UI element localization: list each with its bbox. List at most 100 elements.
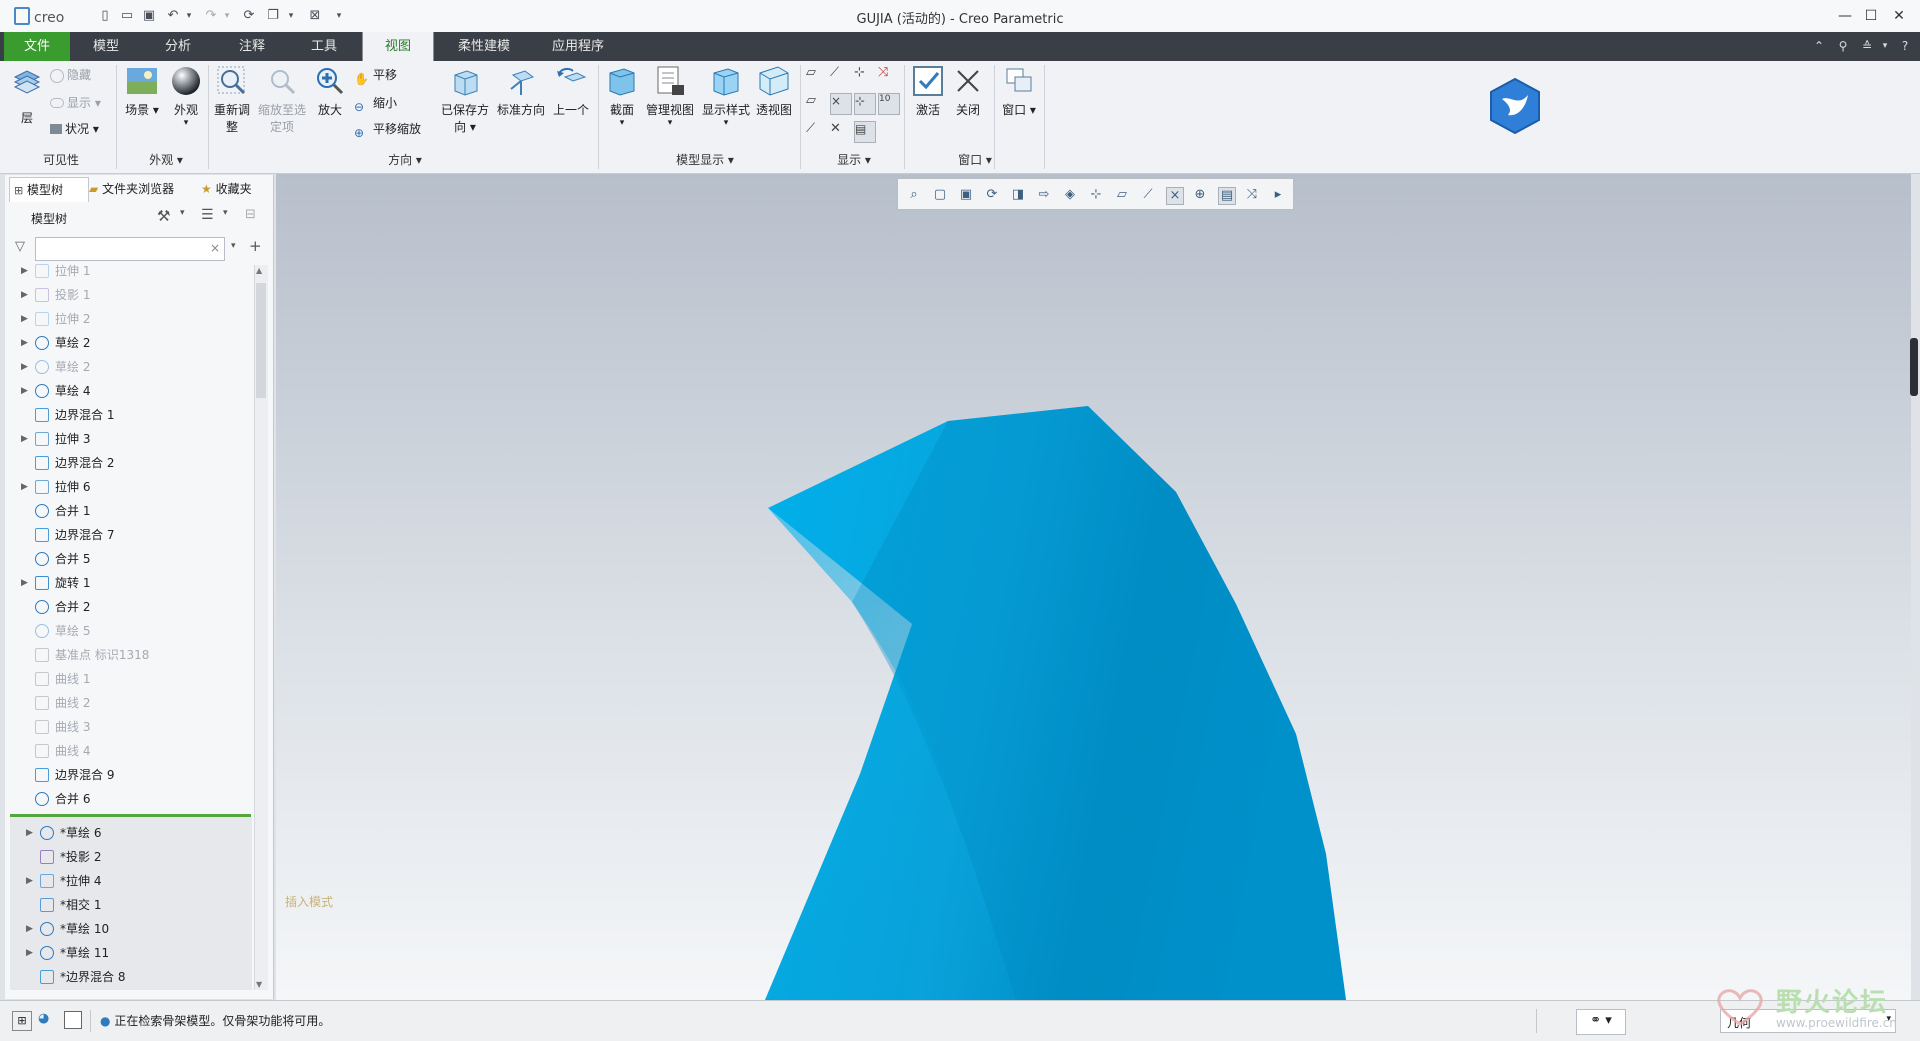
layer-button[interactable]: 层 [10,65,44,126]
minimize-icon[interactable]: — [1832,6,1858,26]
settings-tool-icon[interactable]: ⚒ [157,207,170,225]
csys-display-icon[interactable]: × [1166,187,1184,205]
scene-button[interactable]: 场景 ▾ [122,65,162,118]
zoom-in-icon[interactable]: ▢ [932,187,948,203]
windows-button[interactable]: 窗口 ▾ [998,65,1040,118]
filter-icon[interactable]: ▽ [15,239,25,254]
columns-icon[interactable]: ⊟ [245,207,256,222]
tree-item[interactable]: 合并 6 [5,787,255,811]
search-dropdown-icon[interactable]: ▾ [231,241,236,251]
section-dropdown-icon[interactable]: ▾ [602,118,642,128]
model-display-group-label[interactable]: 模型显示 ▾ [650,151,760,168]
toggle-browser-icon[interactable]: ◕ [38,1011,56,1029]
toggle-navigator-icon[interactable]: ⊞ [12,1011,32,1031]
previous-orientation-button[interactable]: 上一个 [550,65,592,118]
activate-button[interactable]: 激活 [908,65,948,118]
expand-arrow-icon[interactable]: ▶ [26,941,33,965]
search-input[interactable]: × [35,237,225,261]
tree-item[interactable]: ▶ 投影 1 [5,283,255,307]
clear-search-icon[interactable]: × [210,241,220,255]
tab-applications[interactable]: 应用程序 [540,32,616,61]
axis-tag-icon[interactable]: × [830,93,852,115]
tree-item[interactable]: *投影 2 [10,845,260,869]
tree-item[interactable]: 合并 1 [5,499,255,523]
point-tag-icon[interactable]: ⊹ [854,93,876,115]
expand-arrow-icon[interactable]: ▶ [21,259,28,283]
point-display-icon[interactable]: ⊹ [854,65,874,85]
tree-item[interactable]: ▶ 拉伸 6 [5,475,255,499]
scroll-up-icon[interactable]: ▲ [256,266,262,275]
side-panel-handle[interactable] [1910,338,1918,396]
expand-arrow-icon[interactable]: ▶ [26,821,33,845]
show-dropdown-icon[interactable]: ▾ [223,208,228,218]
tab-tools[interactable]: 工具 [296,32,352,61]
standard-orientation-button[interactable]: 标准方向 [494,65,548,118]
tree-item[interactable]: 草绘 5 [5,619,255,643]
window-group-label[interactable]: 窗口 ▾ [930,151,1020,168]
tree-item[interactable]: *边界混合 8 [10,965,260,989]
dimension-tag-icon[interactable]: 10 [878,93,900,115]
refit-button[interactable]: 重新调 整 [212,65,252,135]
tree-item[interactable]: 边界混合 9 [5,763,255,787]
tree-item[interactable]: ▶ *拉伸 4 [10,869,260,893]
tree-item[interactable]: ▶ *草绘 10 [10,917,260,941]
hat-icon[interactable]: ≙ [1858,37,1876,55]
tab-analysis[interactable]: 分析 [150,32,206,61]
manage-views-button[interactable]: 管理视图 ▾ [644,65,696,128]
pan-button[interactable]: ✋ 平移 [354,65,397,86]
orientation-group-label[interactable]: 方向 ▾ [360,151,450,168]
full-screen-icon[interactable] [64,1011,82,1029]
tree-item[interactable]: 曲线 1 [5,667,255,691]
csys-display-icon[interactable]: ⤨ [878,65,898,85]
spin-center-icon[interactable]: ◈ [1062,187,1078,203]
tab-favorites[interactable]: ★ 收藏夹 [201,177,271,201]
tab-annotate[interactable]: 注释 [224,32,280,61]
expand-arrow-icon[interactable]: ▶ [21,427,28,451]
tree-item[interactable]: 基准点 标识1318 [5,643,255,667]
repaint-icon[interactable]: ⟳ [984,187,1000,203]
tab-file[interactable]: 文件 [4,32,70,61]
tree-item[interactable]: ▶ *草绘 11 [10,941,260,965]
tree-item[interactable]: *相交 1 [10,893,260,917]
expand-arrow-icon[interactable]: ▶ [21,331,28,355]
tree-item[interactable]: 边界混合 1 [5,403,255,427]
tree-item[interactable]: 曲线 2 [5,691,255,715]
tree-item[interactable]: ▶ 草绘 2 [5,331,255,355]
plane-display-icon[interactable]: ⊹ [1088,187,1104,203]
tab-folder-browser[interactable]: ▰ 文件夹浏览器 [89,177,197,201]
appearance-dropdown-icon[interactable]: ▾ [166,118,206,128]
layer-display-icon[interactable]: ▤ [1218,187,1236,205]
tree-item[interactable]: ▶ 拉伸 2 [5,307,255,331]
point-display-icon[interactable]: ⟋ [1140,187,1156,203]
perspective-button[interactable]: 透视图 [754,65,794,118]
scroll-down-icon[interactable]: ▼ [256,980,262,989]
tree-scrollbar-thumb[interactable] [256,283,266,398]
refit-icon[interactable]: ⌕ [906,187,922,203]
more-icon[interactable]: ▸ [1270,187,1286,203]
expand-arrow-icon[interactable]: ▶ [26,917,33,941]
expand-arrow-icon[interactable]: ▶ [21,571,28,595]
tab-model-tree[interactable]: ⊞ 模型树 [9,177,89,202]
collapse-ribbon-icon[interactable]: ⌃ [1810,37,1828,55]
spin-center-icon[interactable]: ⟋ [806,121,826,141]
binoculars-icon[interactable]: ⚭ ▾ [1576,1009,1626,1035]
plane-display-icon[interactable]: ⏥ [806,65,826,85]
zoom-out-icon[interactable]: ▣ [958,187,974,203]
appearance-button[interactable]: 外观 ▾ [166,65,206,128]
axis-display-icon[interactable]: ⏥ [1114,187,1130,203]
hat-dropdown-icon[interactable]: ▾ [1876,37,1894,55]
shading-icon[interactable]: ◨ [1010,187,1026,203]
display-style-button[interactable]: 显示样式 ▾ [700,65,752,128]
tree-item[interactable]: 合并 5 [5,547,255,571]
show-button[interactable]: 显示 ▾ [50,93,101,113]
zoom-out-button[interactable]: ⊖ 缩小 [354,93,397,114]
maximize-icon[interactable]: ☐ [1858,6,1884,26]
tree-item[interactable]: 曲线 4 [5,739,255,763]
show-list-icon[interactable]: ☰ [201,207,214,223]
appearance-group-label[interactable]: 外观 ▾ [126,151,206,168]
help-icon[interactable]: ? [1896,37,1914,55]
tree-item[interactable]: 曲线 3 [5,715,255,739]
display-group-label[interactable]: 显示 ▾ [816,151,892,168]
saved-orientations-button[interactable]: 已保存方 向 ▾ [438,65,492,135]
saved-views-icon[interactable]: ⇨ [1036,187,1052,203]
